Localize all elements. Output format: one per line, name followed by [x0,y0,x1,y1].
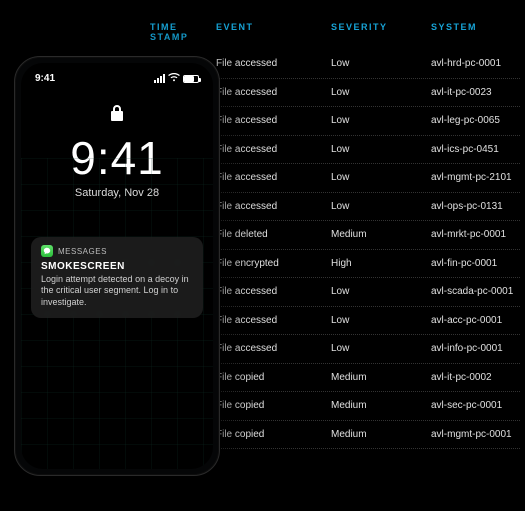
cell-event: File accessed [216,115,331,126]
cell-severity: High [331,258,431,269]
phone-frame: 9:41 9:41 Saturday, Nov 28 MESSAGES SMOK… [14,56,220,476]
cell-system: avl-ics-pc-0451 [431,144,520,155]
cell-system: avl-sec-pc-0001 [431,400,520,411]
battery-icon [183,75,199,83]
cell-severity: Medium [331,429,431,440]
cell-system: avl-mrkt-pc-0001 [431,229,520,240]
notification-card[interactable]: MESSAGES SMOKESCREEN Login attempt detec… [31,237,203,318]
cell-system: avl-acc-pc-0001 [431,315,520,326]
notification-app-label: MESSAGES [58,247,107,256]
cell-system: avl-hrd-pc-0001 [431,58,520,69]
phone-power-button[interactable] [219,187,220,231]
cell-event: File accessed [216,144,331,155]
notification-title: SMOKESCREEN [41,261,193,272]
notification-body: Login attempt detected on a decoy in the… [41,274,193,308]
cell-event: File encrypted [216,258,331,269]
cell-event: File deleted [216,229,331,240]
cell-event: File accessed [216,58,331,69]
cell-severity: Low [331,315,431,326]
cellular-signal-icon [154,74,165,83]
cell-event: File accessed [216,172,331,183]
cell-severity: Low [331,201,431,212]
cell-system: avl-leg-pc-0065 [431,115,520,126]
cell-event: File copied [216,429,331,440]
cell-event: File accessed [216,343,331,354]
phone-mute-switch[interactable] [14,153,15,171]
col-header-system: SYSTEM [431,22,520,42]
status-bar: 9:41 [21,63,213,84]
cell-system: avl-fin-pc-0001 [431,258,520,269]
col-header-severity: SEVERITY [331,22,431,42]
notification-header: MESSAGES [41,245,193,257]
col-header-event: EVENT [216,22,331,42]
phone-volume-up[interactable] [14,181,15,211]
cell-severity: Low [331,144,431,155]
cell-event: File accessed [216,315,331,326]
cell-event: File accessed [216,286,331,297]
status-indicators [154,73,199,84]
table-header-row: TIME STAMP EVENT SEVERITY SYSTEM [150,22,520,50]
cell-event: File copied [216,400,331,411]
col-header-timestamp: TIME STAMP [150,22,216,42]
cell-severity: Low [331,87,431,98]
cell-system: avl-mgmt-pc-2101 [431,172,520,183]
cell-severity: Medium [331,400,431,411]
cell-system: avl-mgmt-pc-0001 [431,429,520,440]
wifi-icon [168,73,180,84]
messages-app-icon [41,245,53,257]
cell-system: avl-it-pc-0002 [431,372,520,383]
cell-severity: Low [331,172,431,183]
cell-severity: Medium [331,372,431,383]
cell-severity: Low [331,58,431,69]
cell-severity: Low [331,343,431,354]
cell-severity: Medium [331,229,431,240]
cell-system: avl-info-pc-0001 [431,343,520,354]
cell-event: File copied [216,372,331,383]
cell-system: avl-it-pc-0023 [431,87,520,98]
cell-event: File accessed [216,87,331,98]
cell-system: avl-ops-pc-0131 [431,201,520,212]
cell-severity: Low [331,286,431,297]
lock-icon [21,104,213,127]
phone-screen: 9:41 9:41 Saturday, Nov 28 MESSAGES SMOK… [21,63,213,469]
cell-severity: Low [331,115,431,126]
phone-volume-down[interactable] [14,217,15,247]
cell-event: File accessed [216,201,331,212]
cell-system: avl-scada-pc-0001 [431,286,520,297]
status-time: 9:41 [35,73,55,84]
